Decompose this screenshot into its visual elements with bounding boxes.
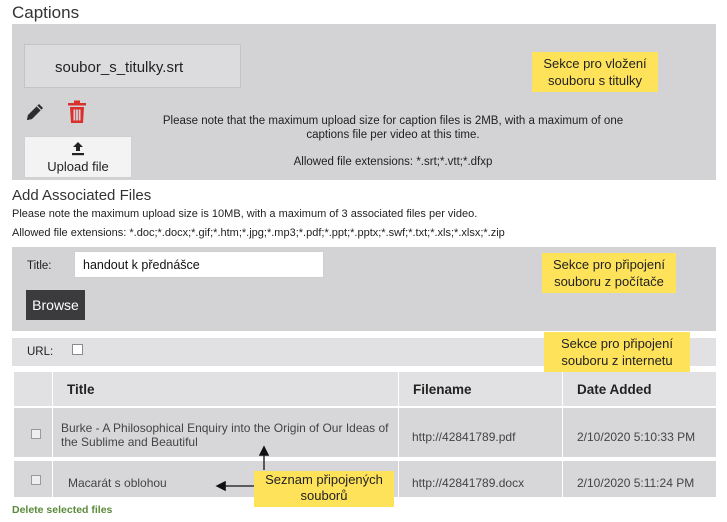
annotation-arrows [215, 445, 270, 492]
callout-file-list: Seznam připojených souborů [254, 471, 394, 507]
delete-selected-files-link[interactable]: Delete selected files [12, 504, 112, 516]
